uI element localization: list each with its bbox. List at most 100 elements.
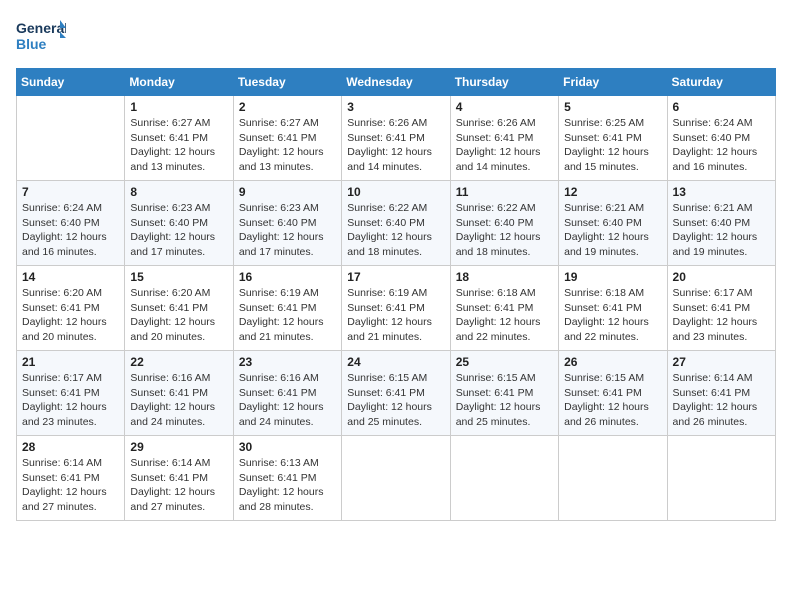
week-row: 28 Sunrise: 6:14 AM Sunset: 6:41 PM Dayli… — [17, 436, 776, 521]
day-number: 13 — [673, 185, 770, 199]
calendar-cell: 5 Sunrise: 6:25 AM Sunset: 6:41 PM Daylig… — [559, 96, 667, 181]
day-number: 17 — [347, 270, 444, 284]
weekday-header: Saturday — [667, 69, 775, 96]
day-info: Sunrise: 6:22 AM Sunset: 6:40 PM Dayligh… — [347, 201, 444, 260]
calendar-cell — [450, 436, 558, 521]
day-number: 19 — [564, 270, 661, 284]
calendar-cell — [559, 436, 667, 521]
day-info: Sunrise: 6:21 AM Sunset: 6:40 PM Dayligh… — [564, 201, 661, 260]
day-number: 6 — [673, 100, 770, 114]
day-number: 4 — [456, 100, 553, 114]
day-info: Sunrise: 6:21 AM Sunset: 6:40 PM Dayligh… — [673, 201, 770, 260]
calendar-cell: 26Sunrise: 6:15 AM Sunset: 6:41 PM Dayli… — [559, 351, 667, 436]
day-info: Sunrise: 6:19 AM Sunset: 6:41 PM Dayligh… — [347, 286, 444, 345]
weekday-header: Friday — [559, 69, 667, 96]
calendar-cell: 28Sunrise: 6:14 AM Sunset: 6:41 PM Dayli… — [17, 436, 125, 521]
calendar-cell: 2 Sunrise: 6:27 AM Sunset: 6:41 PM Daylig… — [233, 96, 341, 181]
svg-text:Blue: Blue — [16, 36, 47, 52]
calendar-cell: 9Sunrise: 6:23 AM Sunset: 6:40 PM Daylig… — [233, 181, 341, 266]
day-info: Sunrise: 6:24 AM Sunset: 6:40 PM Dayligh… — [673, 116, 770, 175]
logo: General Blue — [16, 16, 66, 58]
calendar-cell — [17, 96, 125, 181]
day-info: Sunrise: 6:20 AM Sunset: 6:41 PM Dayligh… — [130, 286, 227, 345]
weekday-header: Sunday — [17, 69, 125, 96]
day-number: 25 — [456, 355, 553, 369]
calendar-cell: 6 Sunrise: 6:24 AM Sunset: 6:40 PM Daylig… — [667, 96, 775, 181]
day-info: Sunrise: 6:15 AM Sunset: 6:41 PM Dayligh… — [347, 371, 444, 430]
calendar-cell: 4 Sunrise: 6:26 AM Sunset: 6:41 PM Daylig… — [450, 96, 558, 181]
day-info: Sunrise: 6:19 AM Sunset: 6:41 PM Dayligh… — [239, 286, 336, 345]
day-number: 5 — [564, 100, 661, 114]
day-info: Sunrise: 6:23 AM Sunset: 6:40 PM Dayligh… — [130, 201, 227, 260]
day-number: 28 — [22, 440, 119, 454]
day-number: 23 — [239, 355, 336, 369]
week-row: 21 Sunrise: 6:17 AM Sunset: 6:41 PM Dayli… — [17, 351, 776, 436]
day-number: 29 — [130, 440, 227, 454]
day-number: 1 — [130, 100, 227, 114]
calendar-cell — [667, 436, 775, 521]
calendar-cell: 8 Sunrise: 6:23 AM Sunset: 6:40 PM Daylig… — [125, 181, 233, 266]
day-info: Sunrise: 6:16 AM Sunset: 6:41 PM Dayligh… — [239, 371, 336, 430]
calendar-cell: 17 Sunrise: 6:19 AM Sunset: 6:41 PM Dayli… — [342, 266, 450, 351]
day-number: 22 — [130, 355, 227, 369]
day-number: 10 — [347, 185, 444, 199]
week-row: 14 Sunrise: 6:20 AM Sunset: 6:41 PM Dayli… — [17, 266, 776, 351]
day-number: 26 — [564, 355, 661, 369]
day-info: Sunrise: 6:14 AM Sunset: 6:41 PM Dayligh… — [130, 456, 227, 515]
day-number: 2 — [239, 100, 336, 114]
week-row: 7Sunrise: 6:24 AM Sunset: 6:40 PM Daylig… — [17, 181, 776, 266]
weekday-header: Thursday — [450, 69, 558, 96]
calendar-cell: 22 Sunrise: 6:16 AM Sunset: 6:41 PM Dayli… — [125, 351, 233, 436]
day-info: Sunrise: 6:17 AM Sunset: 6:41 PM Dayligh… — [673, 286, 770, 345]
calendar-cell: 1 Sunrise: 6:27 AM Sunset: 6:41 PM Daylig… — [125, 96, 233, 181]
day-number: 30 — [239, 440, 336, 454]
calendar-cell: 21 Sunrise: 6:17 AM Sunset: 6:41 PM Dayli… — [17, 351, 125, 436]
svg-text:General: General — [16, 20, 66, 36]
day-number: 18 — [456, 270, 553, 284]
day-info: Sunrise: 6:25 AM Sunset: 6:41 PM Dayligh… — [564, 116, 661, 175]
calendar-cell: 18 Sunrise: 6:18 AM Sunset: 6:41 PM Dayli… — [450, 266, 558, 351]
calendar-cell: 13 Sunrise: 6:21 AM Sunset: 6:40 PM Dayli… — [667, 181, 775, 266]
day-number: 14 — [22, 270, 119, 284]
day-number: 21 — [22, 355, 119, 369]
day-info: Sunrise: 6:27 AM Sunset: 6:41 PM Dayligh… — [239, 116, 336, 175]
weekday-header-row: SundayMondayTuesdayWednesdayThursdayFrid… — [17, 69, 776, 96]
day-number: 8 — [130, 185, 227, 199]
day-info: Sunrise: 6:26 AM Sunset: 6:41 PM Dayligh… — [347, 116, 444, 175]
weekday-header: Wednesday — [342, 69, 450, 96]
weekday-header: Monday — [125, 69, 233, 96]
calendar-cell: 23 Sunrise: 6:16 AM Sunset: 6:41 PM Dayli… — [233, 351, 341, 436]
calendar-cell: 27Sunrise: 6:14 AM Sunset: 6:41 PM Dayli… — [667, 351, 775, 436]
calendar-cell: 12Sunrise: 6:21 AM Sunset: 6:40 PM Dayli… — [559, 181, 667, 266]
day-number: 3 — [347, 100, 444, 114]
day-info: Sunrise: 6:18 AM Sunset: 6:41 PM Dayligh… — [456, 286, 553, 345]
calendar-cell: 20 Sunrise: 6:17 AM Sunset: 6:41 PM Dayli… — [667, 266, 775, 351]
day-info: Sunrise: 6:17 AM Sunset: 6:41 PM Dayligh… — [22, 371, 119, 430]
calendar-cell: 24 Sunrise: 6:15 AM Sunset: 6:41 PM Dayli… — [342, 351, 450, 436]
calendar-cell — [342, 436, 450, 521]
calendar-cell: 14 Sunrise: 6:20 AM Sunset: 6:41 PM Dayli… — [17, 266, 125, 351]
calendar-cell: 19 Sunrise: 6:18 AM Sunset: 6:41 PM Dayli… — [559, 266, 667, 351]
calendar-table: SundayMondayTuesdayWednesdayThursdayFrid… — [16, 68, 776, 521]
day-number: 11 — [456, 185, 553, 199]
calendar-cell: 30Sunrise: 6:13 AM Sunset: 6:41 PM Dayli… — [233, 436, 341, 521]
calendar-cell: 15 Sunrise: 6:20 AM Sunset: 6:41 PM Dayli… — [125, 266, 233, 351]
day-info: Sunrise: 6:27 AM Sunset: 6:41 PM Dayligh… — [130, 116, 227, 175]
calendar-cell: 11Sunrise: 6:22 AM Sunset: 6:40 PM Dayli… — [450, 181, 558, 266]
day-info: Sunrise: 6:14 AM Sunset: 6:41 PM Dayligh… — [673, 371, 770, 430]
day-number: 15 — [130, 270, 227, 284]
day-number: 24 — [347, 355, 444, 369]
day-number: 16 — [239, 270, 336, 284]
day-info: Sunrise: 6:26 AM Sunset: 6:41 PM Dayligh… — [456, 116, 553, 175]
calendar-cell: 25Sunrise: 6:15 AM Sunset: 6:41 PM Dayli… — [450, 351, 558, 436]
day-info: Sunrise: 6:18 AM Sunset: 6:41 PM Dayligh… — [564, 286, 661, 345]
day-number: 9 — [239, 185, 336, 199]
calendar-cell: 10 Sunrise: 6:22 AM Sunset: 6:40 PM Dayli… — [342, 181, 450, 266]
week-row: 1 Sunrise: 6:27 AM Sunset: 6:41 PM Daylig… — [17, 96, 776, 181]
calendar-cell: 29 Sunrise: 6:14 AM Sunset: 6:41 PM Dayli… — [125, 436, 233, 521]
day-number: 20 — [673, 270, 770, 284]
calendar-cell: 3 Sunrise: 6:26 AM Sunset: 6:41 PM Daylig… — [342, 96, 450, 181]
day-info: Sunrise: 6:20 AM Sunset: 6:41 PM Dayligh… — [22, 286, 119, 345]
day-info: Sunrise: 6:16 AM Sunset: 6:41 PM Dayligh… — [130, 371, 227, 430]
weekday-header: Tuesday — [233, 69, 341, 96]
